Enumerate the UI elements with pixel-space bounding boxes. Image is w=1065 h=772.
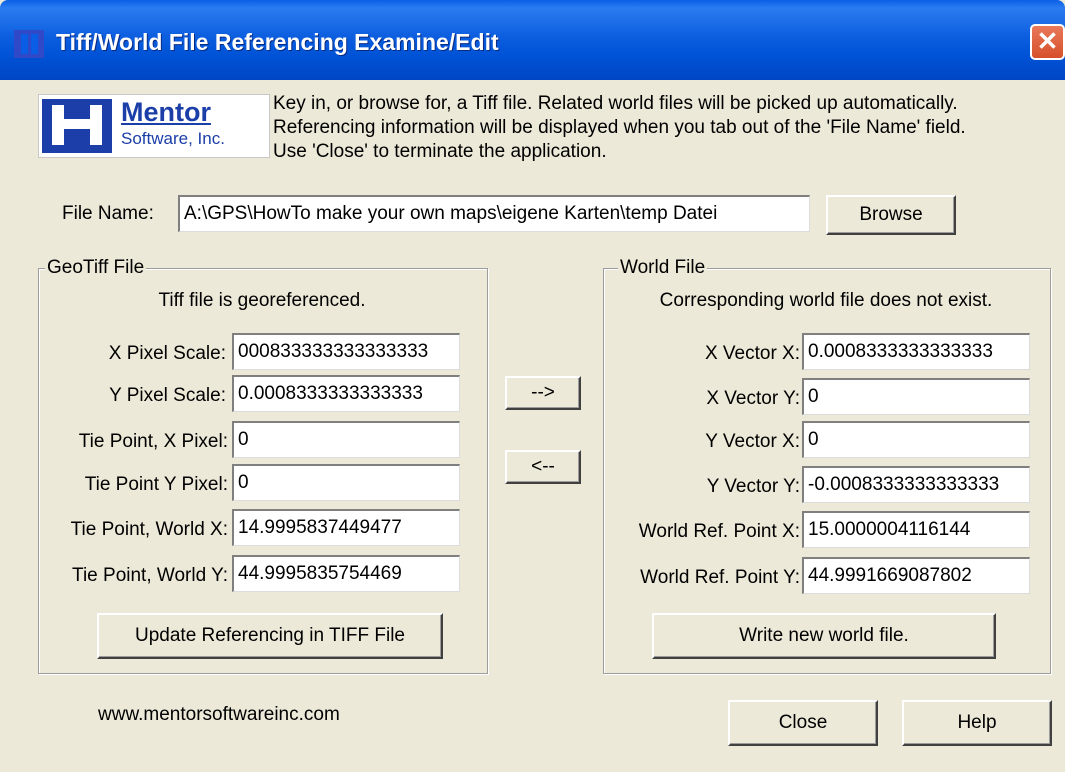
world-ref-point-x-input[interactable]: 15.0000004116144 [802,511,1030,548]
y-vector-y-input[interactable]: -0.0008333333333333 [802,466,1030,503]
world-ref-point-y-input[interactable]: 44.9991669087802 [802,557,1030,594]
window-title: Tiff/World File Referencing Examine/Edit [56,29,499,55]
tie-point-y-pixel-label: Tie Point Y Pixel: [84,474,228,495]
app-icon [14,30,44,58]
y-vector-y-label: Y Vector Y: [706,476,800,497]
x-vector-y-input[interactable]: 0 [802,378,1030,415]
x-vector-x-input[interactable]: 0.0008333333333333 [802,333,1030,370]
x-vector-x-label: X Vector X: [704,343,800,364]
website-url: www.mentorsoftwareinc.com [98,704,340,725]
write-world-file-button[interactable]: Write new world file. [652,613,996,659]
instruction-line-2: Referencing information will be displaye… [273,117,966,138]
x-pixel-scale-input[interactable]: 000833333333333333 [232,333,460,370]
file-name-label: File Name: [62,203,154,224]
y-pixel-scale-label: Y Pixel Scale: [109,385,226,406]
browse-button[interactable]: Browse [826,195,956,235]
mentor-logo: Mentor Software, Inc. [38,94,270,158]
y-vector-x-label: Y Vector X: [705,431,800,452]
help-button[interactable]: Help [902,700,1052,746]
geotiff-group-title: GeoTiff File [45,257,147,279]
dialog-window: Tiff/World File Referencing Examine/Edit… [0,0,1065,772]
mentor-logo-icon [42,99,112,153]
tie-point-world-y-input[interactable]: 44.9995835754469 [232,555,460,592]
copy-to-world-button[interactable]: --> [505,376,581,410]
y-vector-x-input[interactable]: 0 [802,421,1030,458]
world-ref-point-y-label: World Ref. Point Y: [640,567,800,588]
file-name-input[interactable]: A:\GPS\HowTo make your own maps\eigene K… [178,195,810,232]
logo-company-name: Mentor [121,97,211,127]
window-close-button[interactable]: ✕ [1030,24,1065,60]
geotiff-status: Tiff file is georeferenced. [158,290,366,311]
y-pixel-scale-input[interactable]: 0.0008333333333333 [232,375,460,412]
x-vector-y-label: X Vector Y: [706,388,800,409]
tie-point-world-x-input[interactable]: 14.9995837449477 [232,509,460,546]
tie-point-world-y-label: Tie Point, World Y: [72,565,228,586]
instruction-line-3: Use 'Close' to terminate the application… [273,141,607,162]
tie-point-x-pixel-input[interactable]: 0 [232,421,460,458]
close-button[interactable]: Close [728,700,878,746]
title-bar[interactable]: Tiff/World File Referencing Examine/Edit… [0,0,1065,80]
world-file-group-title: World File [618,257,708,279]
instructions: Key in, or browse for, a Tiff file. Rela… [273,92,1063,164]
x-pixel-scale-label: X Pixel Scale: [108,343,226,364]
tie-point-x-pixel-label: Tie Point, X Pixel: [78,431,228,452]
logo-company-sub: Software, Inc. [121,129,225,148]
tie-point-world-x-label: Tie Point, World X: [70,519,228,540]
update-tiff-button[interactable]: Update Referencing in TIFF File [97,613,443,659]
copy-to-tiff-button[interactable]: <-- [505,450,581,484]
world-ref-point-x-label: World Ref. Point X: [638,521,800,542]
instruction-line-1: Key in, or browse for, a Tiff file. Rela… [273,93,958,114]
world-file-status: Corresponding world file does not exist. [659,290,993,311]
tie-point-y-pixel-input[interactable]: 0 [232,464,460,501]
